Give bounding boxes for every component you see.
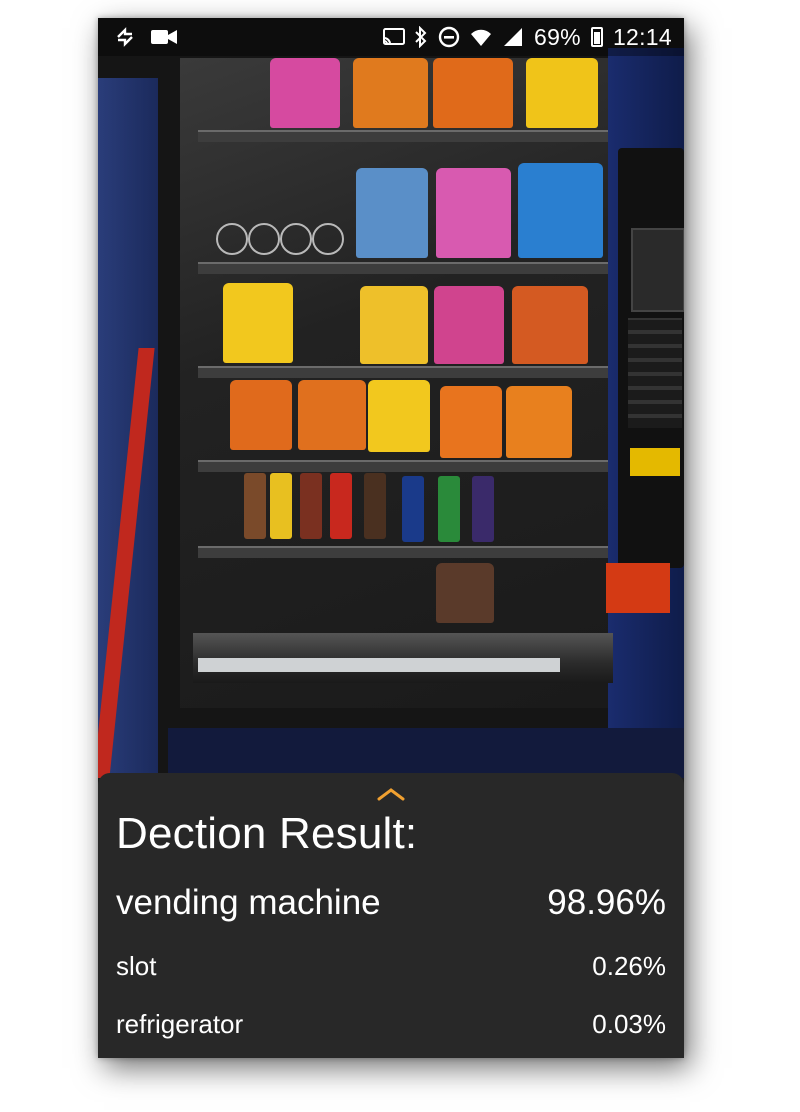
snack-bag <box>434 286 504 364</box>
candy-bar <box>270 473 292 539</box>
battery-percent: 69% <box>534 23 581 50</box>
warning-sticker <box>606 563 670 613</box>
camera-preview <box>98 18 684 778</box>
chevron-up-icon[interactable] <box>376 787 406 801</box>
cast-icon <box>382 26 405 48</box>
snack-bag <box>353 58 428 128</box>
shelf <box>198 130 608 142</box>
result-label: vending machine <box>116 883 381 922</box>
vending-machine-base <box>168 728 684 778</box>
snack-bag <box>518 163 603 258</box>
signal-icon <box>502 26 524 48</box>
spiral-coil <box>216 223 248 255</box>
snack-bag <box>223 283 293 363</box>
snack-bag <box>230 380 292 450</box>
result-row: vending machine 98.96% <box>116 883 666 923</box>
payment-sticker <box>630 448 680 476</box>
snack-bag <box>526 58 598 128</box>
result-title: Dection Result: <box>116 809 418 858</box>
candy-bar <box>438 476 460 542</box>
tray-light <box>198 658 560 672</box>
video-camera-icon <box>150 26 178 48</box>
snack-bag <box>436 168 511 258</box>
snack-bag <box>368 380 430 452</box>
result-confidence: 0.26% <box>592 951 666 981</box>
wifi-icon <box>470 26 492 48</box>
clock: 12:14 <box>612 23 672 50</box>
snack-bag <box>440 386 502 458</box>
shelf <box>198 546 608 558</box>
bluetooth-icon <box>414 25 428 49</box>
status-bar: 69% 12:14 <box>98 18 684 56</box>
result-label: refrigerator <box>116 1009 244 1039</box>
vending-machine-keypad <box>628 318 682 428</box>
do-not-disturb-icon <box>438 26 460 48</box>
shelf <box>198 366 608 378</box>
snack-bag <box>356 168 428 258</box>
candy-bar <box>330 473 352 539</box>
snack-bag <box>512 286 588 364</box>
candy-bar <box>472 476 494 542</box>
snack-bag <box>360 286 428 364</box>
battery-icon <box>590 27 603 47</box>
result-confidence: 98.96% <box>547 883 666 922</box>
candy-bar <box>244 473 266 539</box>
spiral-coil <box>280 223 312 255</box>
spiral-coil <box>248 223 280 255</box>
snack-bag <box>506 386 572 458</box>
result-label: slot <box>116 951 157 981</box>
shelf <box>198 262 608 274</box>
snack-bag <box>270 58 340 128</box>
phone-screen: 69% 12:14 Dection Result: vending machin… <box>98 18 684 1058</box>
candy-bar <box>364 473 386 539</box>
detection-result-sheet[interactable]: Dection Result: vending machine 98.96% s… <box>98 773 684 1058</box>
spiral-coil <box>312 223 344 255</box>
candy-bar <box>402 476 424 542</box>
result-confidence: 0.03% <box>592 1009 666 1039</box>
result-row: slot 0.26% <box>116 951 666 982</box>
snack-bag <box>433 58 513 128</box>
vending-machine-display <box>631 228 684 312</box>
snack-bag <box>298 380 366 450</box>
result-row: refrigerator 0.03% <box>116 1009 666 1040</box>
snack-bag <box>436 563 494 623</box>
shelf <box>198 460 608 472</box>
candy-bar <box>300 473 322 539</box>
sync-icon <box>114 26 136 48</box>
